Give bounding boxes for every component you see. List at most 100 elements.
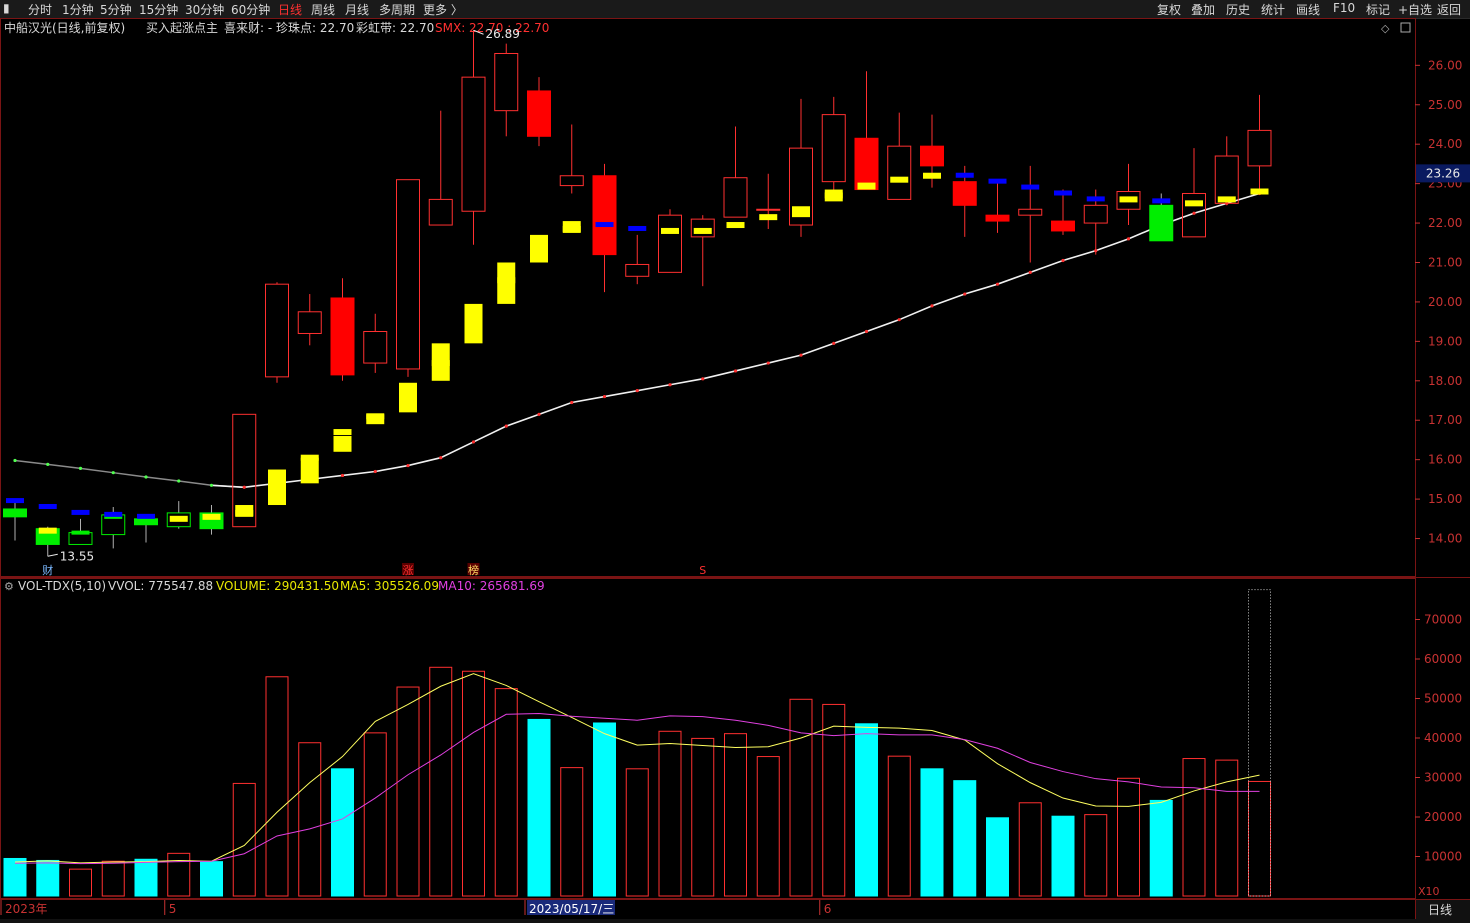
- diamond-icon[interactable]: ◇: [1381, 22, 1390, 35]
- signal-marker-yellow: [693, 227, 712, 234]
- period-30min[interactable]: 30分钟: [185, 1, 224, 18]
- period-15min[interactable]: 15分钟: [139, 1, 178, 18]
- period-more[interactable]: 更多 〉: [423, 1, 463, 18]
- candle-body: [363, 331, 388, 364]
- smx-dot: [799, 353, 803, 357]
- volume-bar: [1084, 814, 1108, 897]
- signal-marker-yellow: [726, 222, 745, 229]
- volume-indicator-name[interactable]: VOL-TDX(5,10): [18, 579, 106, 593]
- period-weekly[interactable]: 周线: [311, 1, 335, 18]
- volume-plot: [3, 589, 1271, 897]
- smx-dot: [668, 383, 672, 387]
- volume-bar: [1182, 758, 1206, 897]
- smx-dot: [78, 466, 83, 470]
- volume-bar: [363, 732, 387, 897]
- buy-signal-block: [562, 221, 581, 233]
- smx-dot: [242, 485, 246, 489]
- volume-bar: [265, 676, 289, 897]
- candle-body: [1149, 204, 1174, 242]
- price-panel-frame: [0, 18, 1416, 577]
- signal-marker-blue: [595, 222, 614, 228]
- volume-bar: [232, 782, 256, 897]
- price-tick-label: 26.00: [1428, 58, 1462, 72]
- volume-bar: [3, 857, 27, 897]
- smx-dot: [537, 412, 541, 416]
- indicator-name[interactable]: 买入起涨点主: [146, 20, 218, 35]
- history-button[interactable]: 历史: [1226, 1, 1250, 18]
- candle-body: [461, 76, 486, 212]
- period-monthly[interactable]: 月线: [345, 1, 369, 18]
- volume-bar: [1051, 815, 1075, 897]
- candle-body: [723, 177, 748, 218]
- signal-glyph: 涨: [403, 564, 414, 577]
- fuquan-button[interactable]: 复权: [1157, 1, 1181, 18]
- volume-bar: [789, 698, 813, 897]
- volume-bar: [855, 723, 878, 897]
- period-minute-chart[interactable]: 分时: [28, 1, 52, 18]
- buy-signal-block: [300, 457, 319, 484]
- volume-tick-label: 20000: [1424, 810, 1462, 824]
- back-button[interactable]: 返回: [1437, 1, 1461, 18]
- volume-bar: [331, 768, 354, 897]
- candle-body: [920, 145, 944, 167]
- signal-marker-yellow: [661, 227, 679, 234]
- signal-marker-blue: [1086, 196, 1105, 202]
- period-5min[interactable]: 5分钟: [100, 1, 132, 18]
- indicator-field-zhenzhu: 珍珠点: 22.70: [276, 21, 354, 35]
- mark-button[interactable]: 标记: [1366, 1, 1390, 18]
- signal-marker-yellow: [202, 513, 221, 520]
- date-tick-label: 6: [824, 902, 832, 916]
- volume-bar: [658, 730, 682, 897]
- volume-bar: [200, 861, 223, 897]
- axes: 14.00 15.00 16.00 17.00 18.00 19.00 20.00 21.00…: [0, 58, 1470, 916]
- candle-body: [658, 214, 682, 273]
- volume-bar: [36, 859, 60, 897]
- overlay-button[interactable]: 叠加: [1191, 1, 1215, 18]
- volume-bar: [134, 858, 158, 897]
- period-multi[interactable]: 多周期: [379, 1, 415, 18]
- add-watchlist-button[interactable]: +自选: [1398, 1, 1432, 18]
- smx-dot: [635, 389, 639, 393]
- smx-dot: [1192, 211, 1196, 215]
- candle-body: [1083, 204, 1108, 224]
- smx-dot: [1126, 237, 1131, 241]
- period-1min[interactable]: 1分钟: [62, 1, 94, 18]
- stats-button[interactable]: 统计: [1261, 1, 1285, 18]
- volume-bar: [756, 756, 780, 897]
- price-tick-label: 20.00: [1428, 295, 1462, 309]
- current-price-label: 23.26: [1426, 166, 1460, 180]
- buy-signal-block: [431, 343, 450, 381]
- candle-body: [265, 283, 289, 378]
- draw-line-button[interactable]: 画线: [1296, 1, 1320, 18]
- buy-signal-block: [333, 436, 352, 452]
- signal-marker-yellow: [1217, 196, 1236, 203]
- smx-dot: [406, 463, 410, 468]
- kline-chart[interactable]: 中船汉光(日线,前复权) 买入起涨点主 喜来财: - 珍珠点: 22.70 彩虹…: [0, 18, 1470, 919]
- period-60min[interactable]: 60分钟: [231, 1, 270, 18]
- f10-button[interactable]: F10: [1333, 1, 1355, 15]
- smx-dot: [340, 473, 345, 478]
- smx-dot: [111, 471, 115, 475]
- candle-body: [297, 311, 322, 334]
- smx-dot: [570, 400, 574, 405]
- candle-body: [625, 263, 650, 277]
- volume-bar: [625, 768, 649, 897]
- candle-body: [1247, 129, 1272, 167]
- volume-bar: [920, 768, 944, 897]
- price-tick-label: 19.00: [1428, 334, 1462, 348]
- panel-settings-icon[interactable]: [1400, 22, 1411, 33]
- candle-body: [1018, 208, 1043, 216]
- volume-bar: [298, 742, 322, 897]
- period-daily[interactable]: 日线: [278, 1, 302, 18]
- ma5-value: MA5: 305526.09: [340, 579, 439, 593]
- volume-bar: [986, 817, 1009, 897]
- settings-gear-icon[interactable]: ⚙: [4, 580, 14, 593]
- smx-dot: [439, 456, 443, 460]
- volume-bar: [462, 670, 485, 897]
- candle-body: [396, 179, 420, 370]
- buy-signal-block: [268, 469, 286, 506]
- menu-icon[interactable]: ▮: [3, 1, 10, 15]
- volume-bar: [724, 733, 747, 897]
- price-tick-label: 17.00: [1428, 413, 1462, 427]
- volume-bar: [1018, 802, 1042, 897]
